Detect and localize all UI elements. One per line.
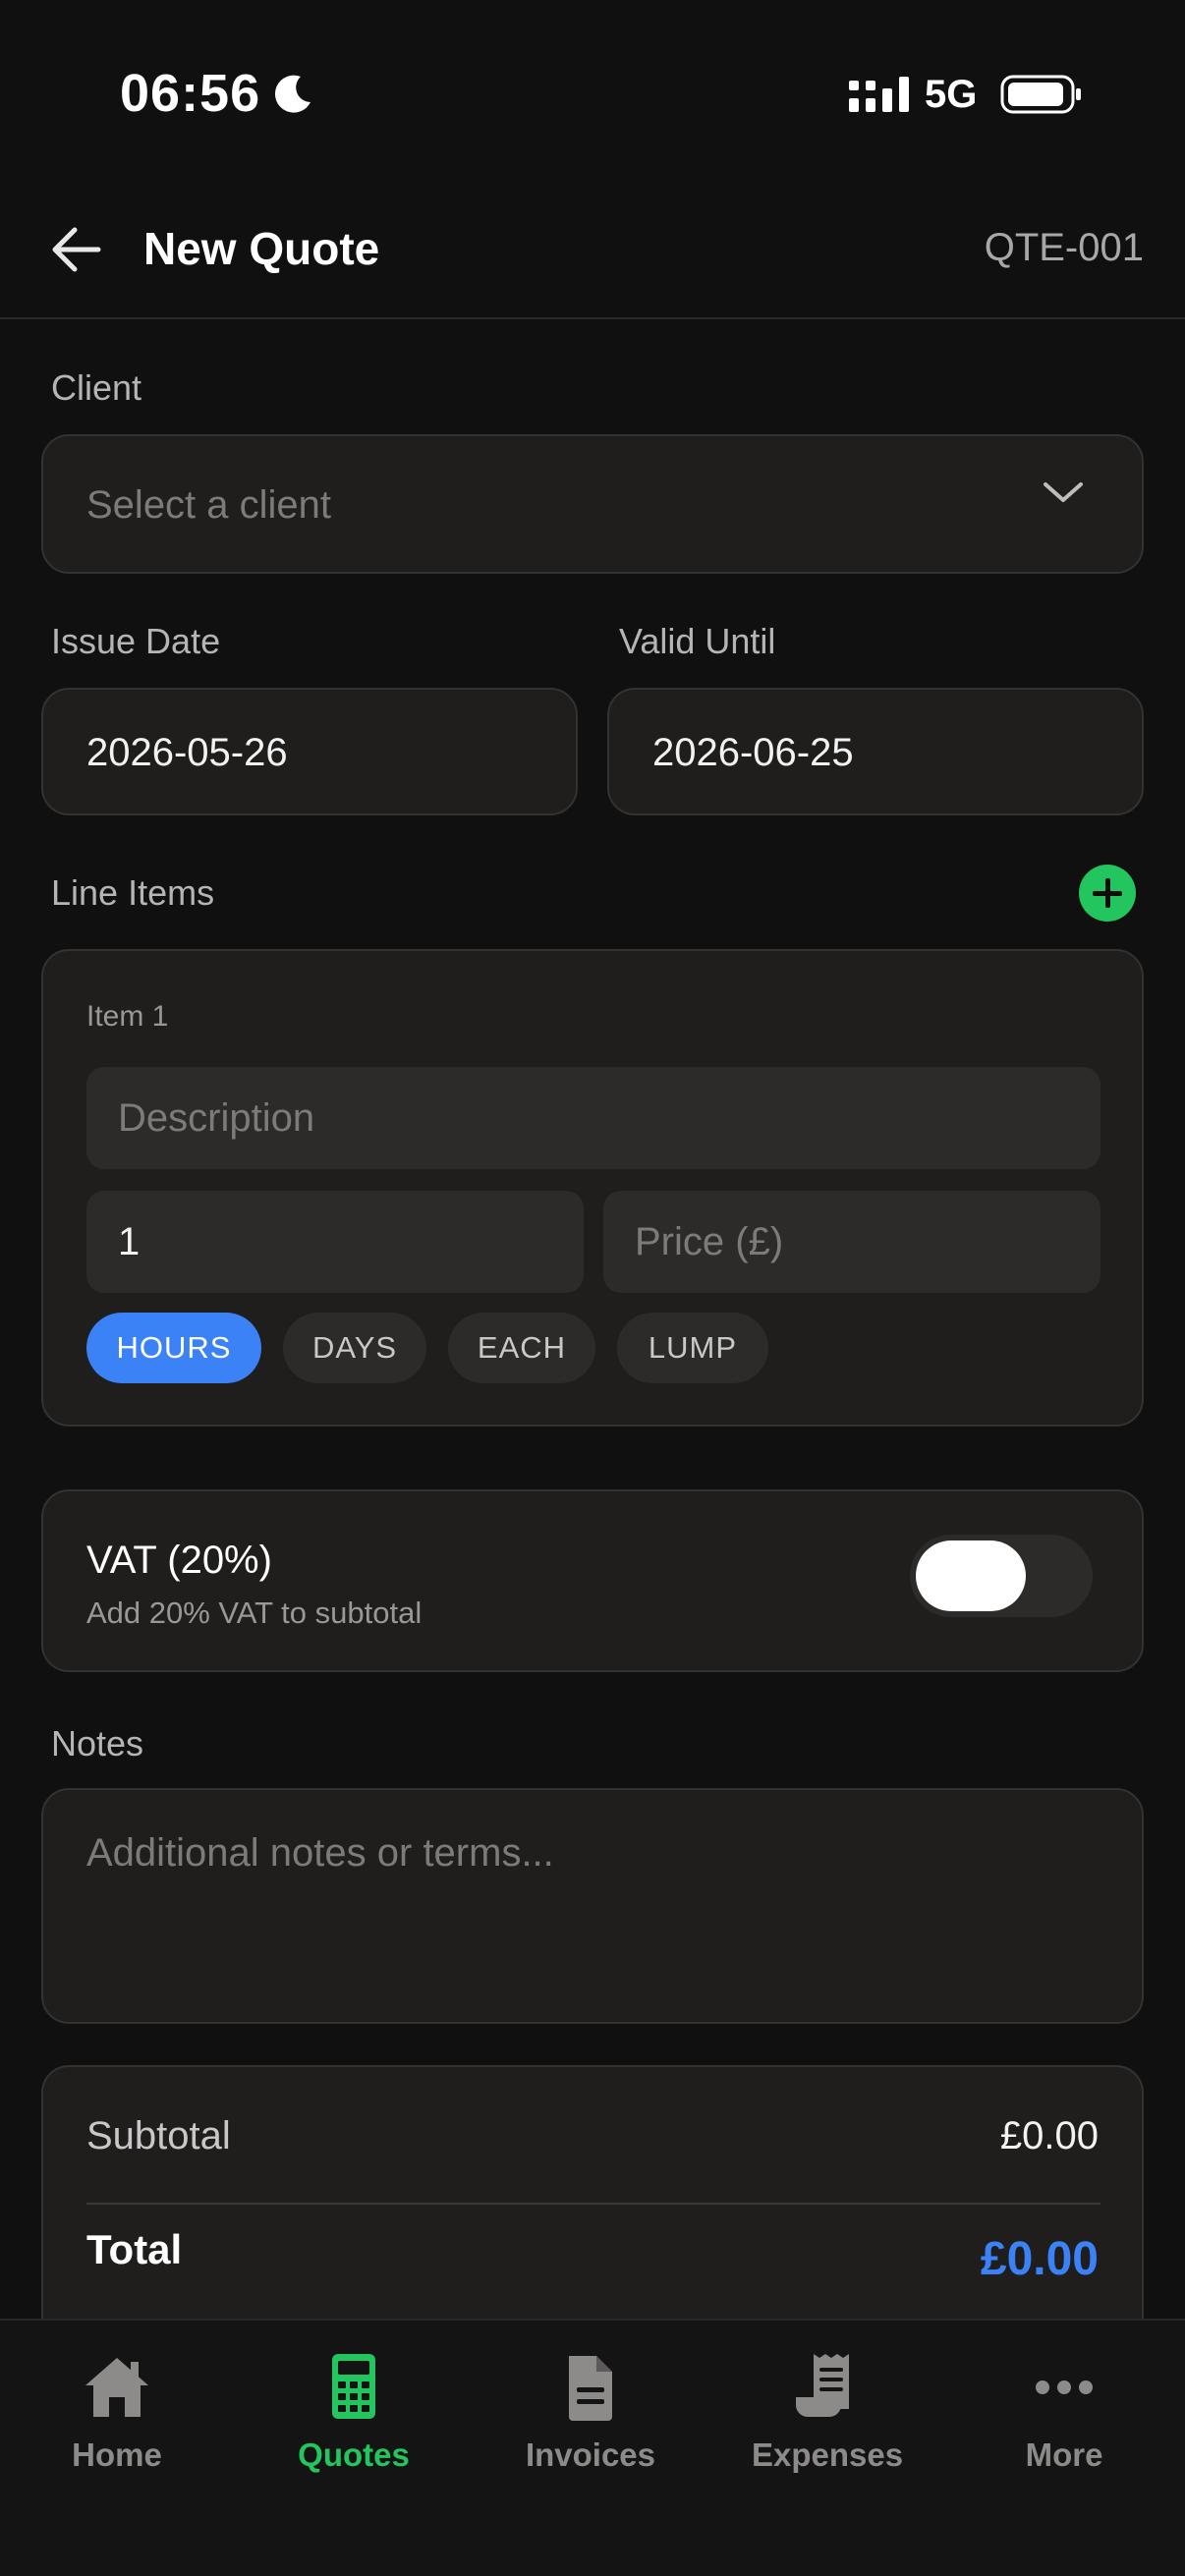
back-arrow-icon[interactable] [47, 222, 106, 277]
quote-number: QTE-001 [984, 226, 1144, 269]
tab-label-more: More [1025, 2436, 1103, 2473]
calculator-icon [332, 2354, 375, 2419]
tab-expenses[interactable]: Expenses [729, 2354, 926, 2482]
price-placeholder: Price (£) [635, 1220, 784, 1263]
tab-home[interactable]: Home [19, 2354, 215, 2482]
issue-date-value: 2026-05-26 [86, 731, 288, 774]
line-items-label: Line Items [51, 872, 215, 913]
valid-until-label: Valid Until [619, 621, 776, 661]
notes-textarea[interactable]: Additional notes or terms... [41, 1788, 1144, 2024]
vat-subtitle: Add 20% VAT to subtotal [86, 1596, 423, 1630]
quantity-input[interactable]: 1 [86, 1191, 584, 1293]
client-label: Client [51, 367, 142, 408]
home-icon [85, 2358, 148, 2417]
tab-label-expenses: Expenses [751, 2436, 904, 2473]
price-input[interactable]: Price (£) [603, 1191, 1100, 1293]
chevron-down-icon [1044, 482, 1083, 502]
notes-placeholder: Additional notes or terms... [86, 1831, 554, 1875]
valid-until-value: 2026-06-25 [652, 731, 854, 774]
document-icon [569, 2356, 612, 2421]
total-label: Total [86, 2226, 183, 2272]
quantity-value: 1 [118, 1220, 141, 1263]
tab-quotes[interactable]: Quotes [255, 2354, 452, 2482]
header-divider [0, 317, 1185, 319]
page-title: New Quote [143, 223, 380, 274]
notes-label: Notes [51, 1723, 144, 1764]
totals-card: Subtotal £0.00 Total £0.00 [41, 2065, 1144, 2360]
vat-toggle[interactable] [910, 1535, 1093, 1617]
receipt-icon [796, 2354, 849, 2417]
unit-chip-hours[interactable]: HOURS [86, 1313, 261, 1383]
line-item-card: Item 1 Description 1 Price (£) HOURS DAY… [41, 949, 1144, 1427]
subtotal-label: Subtotal [86, 2114, 231, 2157]
battery-icon [1000, 75, 1081, 114]
signal-icon [849, 77, 909, 112]
valid-until-field[interactable]: 2026-06-25 [607, 688, 1144, 815]
tab-label-quotes: Quotes [298, 2436, 410, 2473]
toggle-knob [916, 1540, 1026, 1611]
unit-chip-lump[interactable]: LUMP [617, 1313, 768, 1383]
tab-more[interactable]: More [966, 2354, 1162, 2482]
description-input[interactable]: Description [86, 1067, 1100, 1169]
tab-label-invoices: Invoices [525, 2436, 656, 2473]
line-item-title: Item 1 [86, 1000, 169, 1033]
description-placeholder: Description [118, 1096, 315, 1140]
moon-icon [274, 75, 310, 113]
more-icon [1036, 2380, 1093, 2394]
client-select[interactable]: Select a client [41, 434, 1144, 574]
vat-title: VAT (20%) [86, 1539, 272, 1582]
unit-chip-each[interactable]: EACH [448, 1313, 595, 1383]
status-time: 06:56 [120, 64, 261, 123]
client-placeholder: Select a client [86, 483, 332, 527]
issue-date-field[interactable]: 2026-05-26 [41, 688, 578, 815]
total-value: £0.00 [980, 2233, 1099, 2285]
issue-date-label: Issue Date [51, 621, 221, 661]
tab-label-home: Home [72, 2436, 162, 2473]
subtotal-value: £0.00 [999, 2114, 1099, 2157]
add-line-item-button[interactable] [1079, 865, 1136, 922]
network-label: 5G [925, 73, 978, 116]
unit-chip-days[interactable]: DAYS [283, 1313, 426, 1383]
totals-divider [86, 2203, 1100, 2205]
tab-invoices[interactable]: Invoices [492, 2354, 689, 2482]
